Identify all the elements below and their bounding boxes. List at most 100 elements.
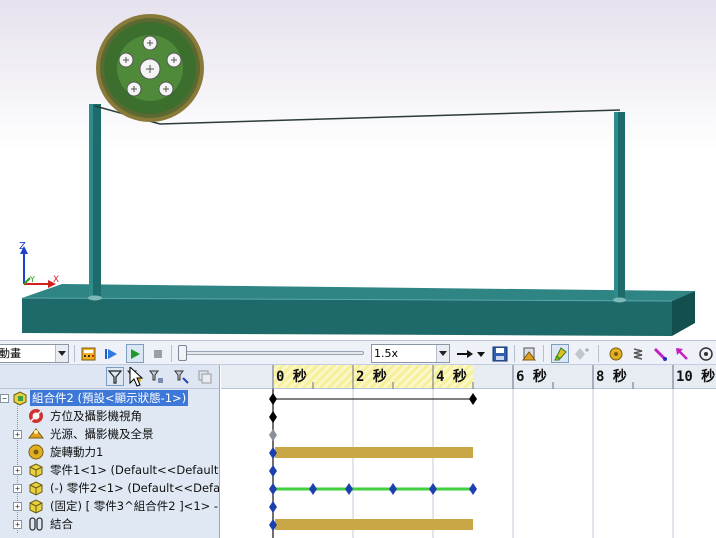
save-animation-button[interactable] bbox=[491, 344, 509, 363]
part2-key-track[interactable] bbox=[269, 483, 477, 495]
toolbar-separator bbox=[74, 345, 75, 362]
tree-item-label: 方位及攝影機視角 bbox=[50, 409, 142, 423]
animation-wizard-button[interactable] bbox=[520, 344, 538, 363]
expand-toggle[interactable]: + bbox=[13, 466, 22, 475]
playback-mode-dropdown[interactable] bbox=[476, 344, 486, 363]
tree-item-label: 旋轉動力1 bbox=[50, 445, 104, 459]
filter-results-button[interactable] bbox=[173, 367, 191, 386]
tree-item-part3[interactable]: + (固定) [ 零件3^組合件2 ]<1> -: bbox=[0, 497, 220, 515]
tree-item-assembly[interactable]: − 組合件2 (預設<顯示狀態-1>) bbox=[0, 389, 219, 407]
chevron-down-icon bbox=[477, 351, 485, 357]
pulley[interactable] bbox=[96, 14, 204, 122]
tree-item-label: (-) 零件2<1> (Default<<Defau bbox=[50, 481, 220, 495]
play-icon bbox=[131, 348, 140, 359]
timeline-area[interactable] bbox=[221, 389, 716, 538]
spring-button[interactable] bbox=[629, 344, 647, 363]
part-icon bbox=[29, 463, 43, 478]
mouse-cursor-icon bbox=[129, 367, 144, 387]
motor-button[interactable] bbox=[607, 344, 625, 363]
timeline-ruler[interactable]: 0 秒 2 秒 4 秒 6 秒 8 秒 10 秒 bbox=[221, 365, 716, 389]
collapse-button[interactable] bbox=[196, 367, 214, 386]
chevron-down-icon bbox=[55, 345, 68, 362]
tree-item-label: 結合 bbox=[50, 517, 73, 531]
gravity-arrow-icon bbox=[676, 347, 688, 360]
assembly-key-track[interactable] bbox=[269, 393, 477, 405]
motor-icon bbox=[28, 444, 44, 460]
motion-toolbar: 動畫 1.5x bbox=[0, 340, 716, 365]
tick-label-4: 4 秒 bbox=[436, 369, 467, 385]
tick-label-10: 10 秒 bbox=[676, 369, 716, 385]
filter-animated-button[interactable] bbox=[106, 367, 124, 386]
tree-item-part1[interactable]: + 零件1<1> (Default<<Default> bbox=[0, 461, 220, 479]
motion-feature-tree: − 組合件2 (預設<顯示狀態-1>) 方位及攝影機視角 + 光源、攝影機及全景… bbox=[0, 389, 220, 538]
tree-item-motor[interactable]: 旋轉動力1 bbox=[0, 443, 219, 461]
tree-item-lights[interactable]: + 光源、攝影機及全景 bbox=[0, 425, 219, 443]
filter-selected-button[interactable] bbox=[148, 367, 166, 386]
tree-item-label: 組合件2 (預設<顯示狀態-1>) bbox=[30, 390, 189, 406]
spring-icon bbox=[633, 347, 643, 360]
expand-toggle[interactable]: + bbox=[13, 520, 22, 529]
right-post[interactable] bbox=[613, 112, 626, 303]
calculate-button[interactable] bbox=[80, 344, 98, 363]
contact-button[interactable] bbox=[651, 344, 669, 363]
toolbar-separator bbox=[543, 345, 544, 362]
tick-label-0: 0 秒 bbox=[276, 369, 307, 385]
stop-button[interactable] bbox=[149, 344, 167, 363]
calculator-icon bbox=[81, 347, 96, 360]
study-type-select[interactable]: 動畫 bbox=[0, 344, 69, 363]
tree-item-mates[interactable]: + 結合 bbox=[0, 515, 219, 533]
tick-label-8: 8 秒 bbox=[596, 369, 627, 385]
triad-y-label: Y bbox=[29, 275, 35, 284]
tick-label-6: 6 秒 bbox=[516, 369, 547, 385]
tree-item-label: 零件1<1> (Default<<Default> bbox=[50, 463, 220, 477]
play-from-start-button[interactable] bbox=[102, 344, 120, 363]
motor-icon bbox=[609, 347, 623, 360]
tree-item-part2[interactable]: + (-) 零件2<1> (Default<<Defau bbox=[0, 479, 220, 497]
mates-time-bar[interactable] bbox=[269, 519, 473, 531]
playback-mode-button[interactable] bbox=[454, 344, 476, 363]
graphics-area[interactable]: Z Y X bbox=[0, 0, 716, 340]
collapse-toggle[interactable]: − bbox=[0, 394, 9, 403]
expand-toggle[interactable]: + bbox=[13, 502, 22, 511]
gravity-button[interactable] bbox=[673, 344, 691, 363]
save-icon bbox=[492, 346, 508, 361]
motor-time-bar[interactable] bbox=[269, 447, 473, 459]
wizard-icon bbox=[522, 347, 536, 360]
expand-toggle[interactable]: + bbox=[13, 484, 22, 493]
left-post[interactable] bbox=[88, 104, 102, 301]
add-update-key-button[interactable] bbox=[573, 344, 591, 363]
autokey-button[interactable] bbox=[551, 344, 569, 363]
tree-header bbox=[0, 365, 220, 389]
arrow-right-icon bbox=[457, 349, 473, 358]
orientation-key[interactable] bbox=[269, 411, 277, 423]
tick-label-2: 2 秒 bbox=[356, 369, 387, 385]
playback-slider-thumb[interactable] bbox=[178, 345, 187, 361]
base-plate[interactable] bbox=[21, 284, 695, 336]
results-button[interactable] bbox=[697, 344, 715, 363]
playback-speed-select[interactable]: 1.5x bbox=[371, 344, 450, 363]
part-icon bbox=[29, 499, 43, 514]
part1-key[interactable] bbox=[269, 465, 277, 477]
filter-icon bbox=[107, 369, 123, 384]
part3-key[interactable] bbox=[269, 501, 277, 513]
playback-speed-value: 1.5x bbox=[374, 347, 399, 360]
lights-key[interactable] bbox=[269, 429, 277, 441]
assembly-icon bbox=[13, 391, 27, 406]
autokey-icon bbox=[554, 346, 567, 360]
expand-toggle[interactable]: + bbox=[13, 430, 22, 439]
toolbar-separator bbox=[514, 345, 515, 362]
toolbar-separator bbox=[171, 345, 172, 362]
play-button[interactable] bbox=[126, 344, 144, 363]
timeline-tracks bbox=[269, 389, 674, 538]
playback-slider[interactable] bbox=[184, 351, 364, 355]
model-view[interactable]: Z Y X bbox=[0, 0, 716, 340]
results-icon bbox=[699, 346, 713, 361]
study-type-value: 動畫 bbox=[0, 347, 21, 360]
tree-item-orientation[interactable]: 方位及攝影機視角 bbox=[0, 407, 219, 425]
tree-item-label: (固定) [ 零件3^組合件2 ]<1> -: bbox=[50, 499, 220, 513]
play-from-start-icon bbox=[105, 348, 117, 359]
orientation-icon bbox=[29, 409, 43, 423]
stop-icon bbox=[154, 349, 162, 358]
part-icon bbox=[29, 481, 43, 496]
chevron-down-icon bbox=[436, 345, 449, 362]
